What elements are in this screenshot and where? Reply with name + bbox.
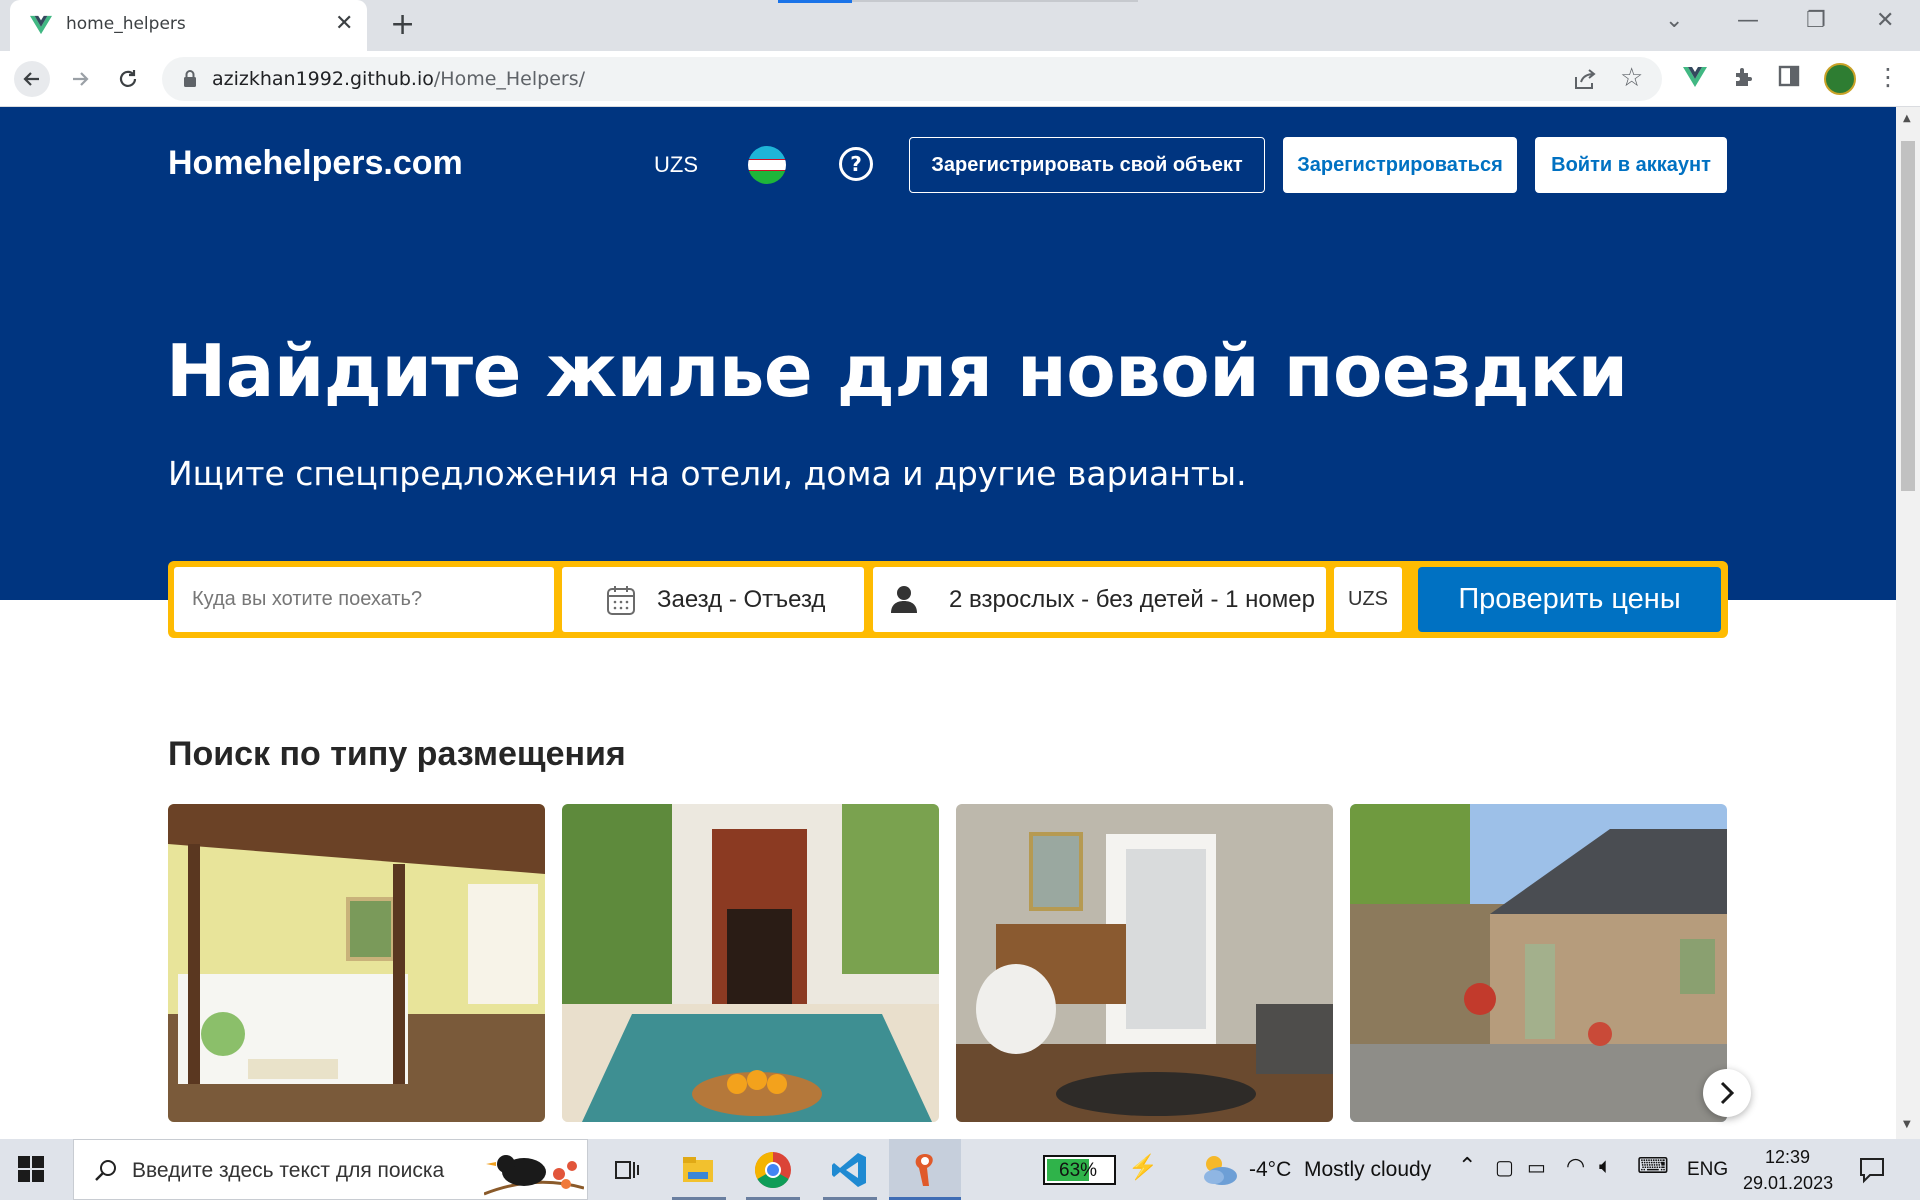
clock-date[interactable]: 29.01.2023 — [1743, 1173, 1833, 1194]
url-text[interactable]: azizkhan1992.github.io/Home_Helpers/ — [212, 68, 585, 90]
side-panel-icon[interactable] — [1778, 65, 1800, 87]
forward-button[interactable] — [62, 61, 98, 97]
vscode-icon[interactable] — [830, 1150, 870, 1190]
restore-icon[interactable]: ❐ — [1806, 8, 1826, 33]
chrome-icon[interactable] — [753, 1150, 793, 1190]
weather-temperature[interactable]: -4°C — [1249, 1158, 1291, 1182]
windows-taskbar: Введите здесь текст для поиска 63% ⚡ -4°… — [0, 1139, 1920, 1200]
courtyard-pool-photo — [562, 804, 939, 1122]
share-icon[interactable] — [1573, 68, 1597, 90]
tab-bar: home_helpers ✕ + ⌄ — ❐ ✕ — [0, 0, 1920, 51]
kebab-menu-icon[interactable]: ⋮ — [1876, 63, 1900, 91]
vue-devtools-extension-icon[interactable] — [1683, 65, 1707, 89]
file-explorer-icon[interactable] — [678, 1150, 718, 1190]
destination-input[interactable] — [174, 567, 554, 632]
back-button[interactable] — [14, 61, 50, 97]
hero-subtitle: Ищите спецпредложения на отели, дома и д… — [168, 454, 1247, 493]
web-page: Homehelpers.com UZS ? Зарегистрировать с… — [0, 107, 1896, 1139]
arrow-left-icon — [23, 72, 39, 86]
stone-cottage-photo — [1350, 804, 1727, 1122]
volume-icon[interactable]: 🔈︎ — [1599, 1153, 1612, 1179]
dates-field[interactable]: Заезд - Отъезд — [562, 567, 864, 632]
scroll-down-arrow-icon[interactable]: ▼ — [1903, 1119, 1911, 1130]
browser-toolbar: azizkhan1992.github.io/Home_Helpers/ ☆ ⋮ — [0, 51, 1920, 107]
carousel-next-button[interactable] — [1703, 1069, 1751, 1117]
wifi-icon[interactable]: ◠ — [1566, 1153, 1585, 1179]
guests-label: 2 взрослых - без детей - 1 номер — [949, 586, 1315, 613]
scrollbar-thumb[interactable] — [1901, 141, 1915, 491]
weather-condition[interactable]: Mostly cloudy — [1304, 1158, 1431, 1182]
hero-section: Homehelpers.com UZS ? Зарегистрировать с… — [0, 107, 1896, 600]
active-app-slot[interactable] — [889, 1139, 961, 1200]
section-title: Поиск по типу размещения — [168, 735, 626, 773]
search-bar: Заезд - Отъезд 2 взрослых - без детей - … — [168, 561, 1728, 638]
input-language[interactable]: ENG — [1687, 1159, 1728, 1181]
page-scrollbar[interactable]: ▲ ▼ — [1896, 107, 1920, 1139]
tab-strip-indicator — [778, 0, 852, 3]
task-view-icon[interactable] — [606, 1150, 646, 1190]
browser-tab[interactable]: home_helpers ✕ — [10, 0, 367, 51]
tab-search-icon[interactable]: ⌄ — [1665, 8, 1683, 33]
git-app-icon — [915, 1154, 933, 1186]
lock-icon[interactable] — [182, 69, 198, 89]
property-type-card-riad[interactable] — [562, 804, 939, 1122]
new-tab-icon[interactable]: + — [390, 8, 415, 42]
close-tab-icon[interactable]: ✕ — [335, 11, 353, 36]
extensions-puzzle-icon[interactable] — [1732, 65, 1756, 89]
hero-title: Найдите жилье для новой поездки — [166, 329, 1628, 413]
minimize-icon[interactable]: — — [1737, 8, 1759, 33]
chevron-right-icon — [1720, 1081, 1735, 1105]
arrow-right-icon — [73, 72, 89, 86]
clock-time[interactable]: 12:39 — [1765, 1147, 1810, 1168]
tab-strip-divider — [852, 0, 1138, 2]
blackbird-search-highlight-icon — [484, 1155, 584, 1196]
battery-percent: 63% — [1059, 1160, 1098, 1181]
address-bar[interactable]: azizkhan1992.github.io/Home_Helpers/ ☆ — [162, 57, 1662, 101]
profile-avatar[interactable] — [1824, 63, 1856, 95]
notifications-icon[interactable] — [1858, 1156, 1886, 1184]
guests-field[interactable]: 2 взрослых - без детей - 1 номер — [873, 567, 1326, 632]
bookmark-star-icon[interactable]: ☆ — [1620, 63, 1643, 93]
dates-label: Заезд - Отъезд — [657, 586, 826, 613]
bedroom-photo — [168, 804, 545, 1122]
vue-favicon-icon — [30, 15, 52, 35]
destination-field[interactable] — [174, 567, 554, 632]
keyboard-icon[interactable]: ⌨ — [1637, 1153, 1669, 1179]
tab-title: home_helpers — [66, 14, 186, 34]
power-icon[interactable]: ▭ — [1527, 1155, 1546, 1180]
sign-in-button[interactable]: Войти в аккаунт — [1535, 137, 1727, 193]
calendar-icon — [607, 586, 635, 615]
property-type-card-apartment[interactable] — [956, 804, 1333, 1122]
close-window-icon[interactable]: ✕ — [1876, 8, 1894, 33]
weather-cloudy-icon[interactable] — [1198, 1150, 1240, 1188]
property-type-card-cottage[interactable] — [1350, 804, 1727, 1122]
scroll-up-arrow-icon[interactable]: ▲ — [1903, 113, 1911, 124]
taskbar-search-box[interactable]: Введите здесь текст для поиска — [73, 1139, 588, 1200]
windows-start-icon[interactable] — [18, 1156, 44, 1182]
meet-now-icon[interactable]: ▢ — [1495, 1155, 1514, 1180]
reload-button[interactable] — [110, 61, 146, 97]
currency-selector[interactable]: UZS — [654, 152, 698, 178]
search-currency-selector[interactable]: UZS — [1334, 567, 1402, 632]
person-icon — [891, 586, 917, 613]
reload-icon — [119, 70, 137, 87]
battery-indicator[interactable]: 63% — [1043, 1155, 1116, 1185]
charging-icon: ⚡ — [1128, 1154, 1158, 1181]
site-logo[interactable]: Homehelpers.com — [168, 144, 463, 183]
property-type-card-hotel-bedroom[interactable] — [168, 804, 545, 1122]
show-hidden-icons-icon[interactable]: ⌃ — [1458, 1153, 1476, 1179]
register-button[interactable]: Зарегистрироваться — [1283, 137, 1517, 193]
search-icon — [95, 1160, 116, 1181]
apartment-interior-photo — [956, 804, 1333, 1122]
check-prices-button[interactable]: Проверить цены — [1418, 567, 1721, 632]
uzbekistan-flag-icon[interactable] — [748, 146, 786, 184]
list-property-button[interactable]: Зарегистрировать свой объект — [909, 137, 1265, 193]
help-icon[interactable]: ? — [839, 147, 873, 181]
taskbar-search-placeholder: Введите здесь текст для поиска — [132, 1159, 445, 1182]
